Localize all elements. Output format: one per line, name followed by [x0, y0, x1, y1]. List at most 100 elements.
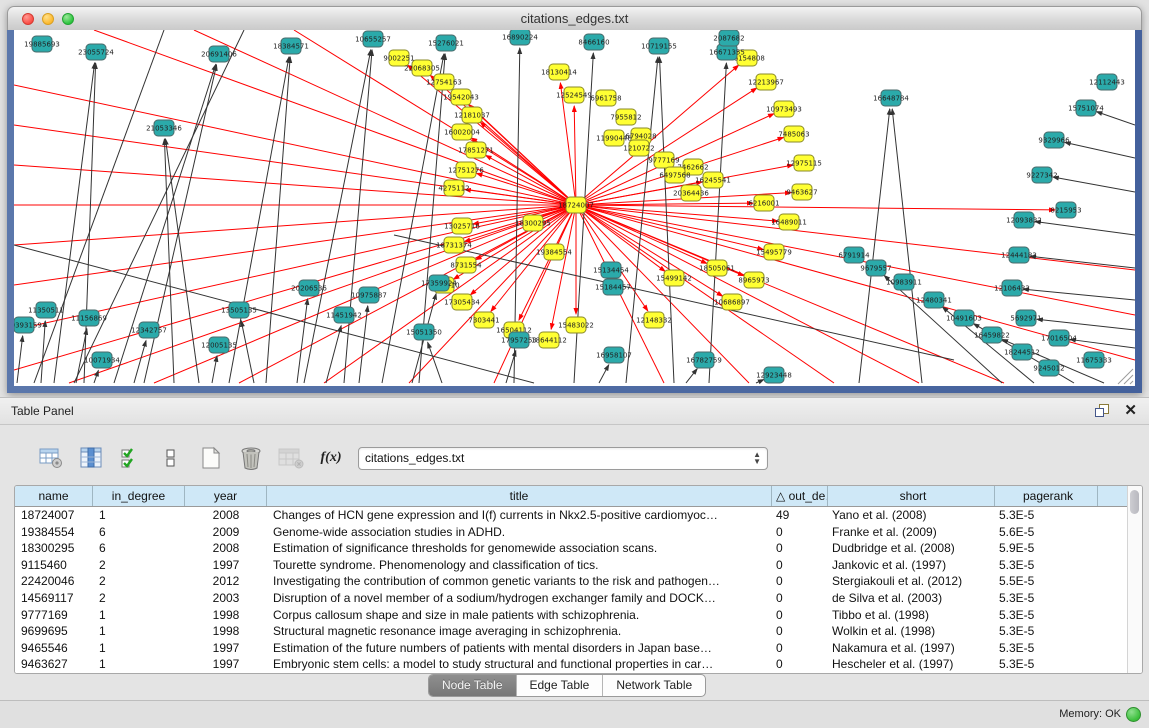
node-label: 20691406 — [201, 51, 237, 59]
tab-edge-table[interactable]: Edge Table — [517, 675, 604, 696]
node-label: 8731554 — [450, 262, 482, 270]
node-label: 18244512 — [1004, 349, 1040, 357]
table-cell: 1 — [93, 623, 185, 640]
column-header-pagerank[interactable]: pagerank — [995, 486, 1098, 506]
node-label: 18731374 — [436, 242, 472, 250]
resize-grip-icon[interactable] — [1118, 369, 1133, 384]
new-document-icon[interactable] — [198, 445, 224, 471]
table-cell: 14569117 — [15, 590, 93, 607]
network-graph[interactable]: 1872400716154808122139671097349374850631… — [14, 30, 1135, 386]
column-header-out_de[interactable]: △ out_de… — [772, 486, 828, 506]
node-label: 11156869 — [71, 315, 107, 323]
table-row[interactable]: 977716911998Corpus callosum shape and si… — [15, 607, 1127, 624]
table-cell: 1 — [93, 507, 185, 524]
table-cell: 2003 — [185, 590, 267, 607]
table-cell: 5.3E-5 — [995, 640, 1098, 657]
float-window-icon[interactable] — [1095, 404, 1109, 417]
table-row[interactable]: 946362711997Embryonic stem cells: a mode… — [15, 656, 1127, 673]
node-label: 6216001 — [748, 200, 779, 208]
node-label: 10973493 — [766, 106, 802, 114]
node-label: 12480341 — [916, 297, 952, 305]
node-label: 19885693 — [24, 41, 60, 49]
select-functions-icon[interactable] — [118, 445, 144, 471]
node-label: 10719155 — [641, 43, 677, 51]
column-header-title[interactable]: title — [267, 486, 772, 506]
table-cell: 5.3E-5 — [995, 607, 1098, 624]
column-header-name[interactable]: name — [15, 486, 93, 506]
tab-node-table[interactable]: Node Table — [429, 675, 517, 696]
table-cell: Stergiakouli et al. (2012) — [828, 573, 995, 590]
table-settings-icon[interactable] — [38, 445, 64, 471]
function-builder-icon[interactable]: f(x) — [318, 445, 344, 471]
node-label: 16245541 — [695, 177, 731, 185]
network-window: citations_edges.txt 18724007161548081221… — [7, 6, 1142, 393]
table-toolbar: f(x) citations_edges.txt ▲▼ — [38, 441, 768, 475]
node-label: 1210722 — [623, 145, 654, 153]
node-label: 9777169 — [648, 157, 679, 165]
close-icon[interactable]: ✕ — [1124, 401, 1137, 419]
table-cell: 5.5E-5 — [995, 573, 1098, 590]
column-header-in_degree[interactable]: in_degree — [93, 486, 185, 506]
table-row[interactable]: 1456911722003Disruption of a novel membe… — [15, 590, 1127, 607]
table-cell: Corpus callosum shape and size in male p… — [267, 607, 772, 624]
node-label: 9002251 — [383, 55, 414, 63]
node-label: 12112443 — [1089, 79, 1125, 87]
table-cell: 5.9E-5 — [995, 540, 1098, 557]
table-cell: 1998 — [185, 623, 267, 640]
table-cell: 9463627 — [15, 656, 93, 673]
column-header-short[interactable]: short — [828, 486, 995, 506]
table-row[interactable]: 946554611997Estimation of the future num… — [15, 640, 1127, 657]
tab-network-table[interactable]: Network Table — [603, 675, 705, 696]
scrollbar-thumb[interactable] — [1130, 490, 1139, 514]
select-columns-icon[interactable] — [78, 445, 104, 471]
node-label: 10071934 — [84, 357, 120, 365]
node-label: 17305434 — [444, 299, 480, 307]
table-row[interactable]: 2242004622012Investigating the contribut… — [15, 573, 1127, 590]
node-label: 13505135 — [221, 307, 257, 315]
node-label: 10975887 — [351, 292, 387, 300]
node-label: 16002004 — [444, 129, 480, 137]
table-cell: 0 — [772, 656, 828, 673]
node-label: 23055724 — [78, 49, 114, 57]
table-row[interactable]: 969969511998Structural magnetic resonanc… — [15, 623, 1127, 640]
network-canvas[interactable]: 1872400716154808122139671097349374850631… — [14, 30, 1135, 386]
node-label: 6961758 — [590, 95, 621, 103]
node-label: 19542043 — [443, 94, 479, 102]
node-label: 17016504 — [1041, 335, 1077, 343]
table-cell: 6 — [93, 540, 185, 557]
delete-icon[interactable] — [238, 445, 264, 471]
node-label: 12975115 — [786, 160, 822, 168]
node-label: 10686897 — [714, 299, 750, 307]
node-label: 18724007 — [558, 202, 594, 210]
node-label: 20364436 — [673, 190, 709, 198]
window-titlebar[interactable]: citations_edges.txt — [7, 6, 1142, 32]
table-cell: 5.3E-5 — [995, 590, 1098, 607]
table-cell: Tibbo et al. (1998) — [828, 607, 995, 624]
node-label: 16489011 — [771, 219, 807, 227]
table-row[interactable]: 1938455462009Genome-wide association stu… — [15, 524, 1127, 541]
table-row[interactable]: 1872400712008Changes of HCN gene express… — [15, 507, 1127, 524]
table-cell: 2 — [93, 573, 185, 590]
table-panel: Table Panel ✕ f(x) citations_edges.txt ▲… — [0, 397, 1149, 700]
memory-status-label: Memory: OK — [1059, 708, 1121, 720]
node-label: 15499142 — [656, 275, 692, 283]
table-vertical-scrollbar[interactable] — [1127, 486, 1142, 673]
table-row[interactable]: 1830029562008Estimation of significance … — [15, 540, 1127, 557]
node-label: 12106433 — [994, 285, 1030, 293]
node-label: 22068305 — [404, 65, 440, 73]
column-header-year[interactable]: year — [185, 486, 267, 506]
table-cell: 5.6E-5 — [995, 524, 1098, 541]
table-cell: 18300295 — [15, 540, 93, 557]
node-label: 15495779 — [756, 249, 792, 257]
node-label: 13025716 — [444, 223, 480, 231]
node-label: 12213967 — [748, 79, 784, 87]
node-label: 12093832 — [1006, 217, 1042, 225]
table-cell: Franke et al. (2009) — [828, 524, 995, 541]
node-label: 12524549 — [556, 92, 592, 100]
node-label: 19384554 — [536, 249, 572, 257]
table-select-dropdown[interactable]: citations_edges.txt ▲▼ — [358, 447, 768, 470]
rows-icon[interactable] — [158, 445, 184, 471]
table-panel-title: Table Panel — [11, 404, 74, 418]
table-row[interactable]: 911546021997Tourette syndrome. Phenomeno… — [15, 557, 1127, 574]
table-cell: Investigating the contribution of common… — [267, 573, 772, 590]
